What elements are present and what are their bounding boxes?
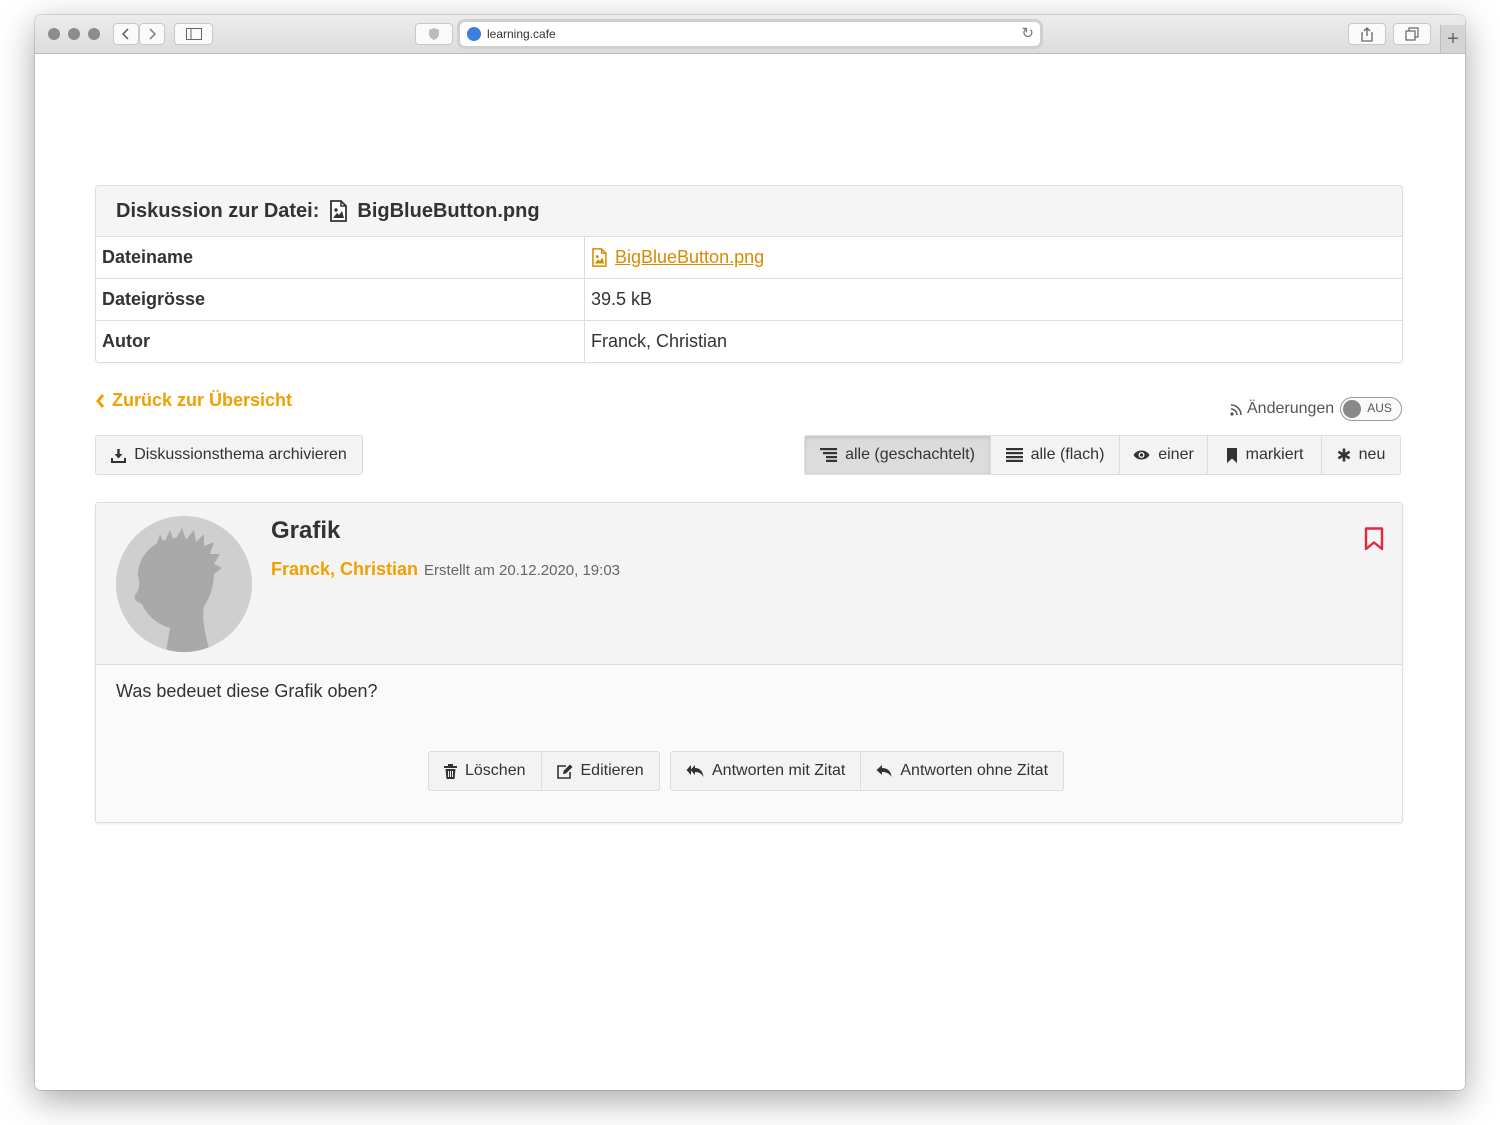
info-row-author: Autor Franck, Christian (96, 321, 1402, 362)
reply-with-quote-label: Antworten mit Zitat (712, 762, 846, 779)
toggle-label: AUS (1367, 401, 1392, 415)
minimize-window-button[interactable] (68, 28, 80, 40)
address-bar[interactable]: learning.cafe ↻ (459, 21, 1041, 47)
delete-label: Löschen (465, 762, 526, 779)
avatar (116, 516, 252, 652)
post-title: Grafik (271, 517, 341, 544)
view-single-button[interactable]: einer (1120, 435, 1208, 475)
url-text: learning.cafe (487, 27, 556, 41)
file-info-panel: Diskussion zur Datei: BigBlueButton.png … (95, 185, 1403, 363)
edit-button[interactable]: Editieren (541, 751, 660, 791)
download-icon (111, 448, 127, 463)
file-link-text: BigBlueButton.png (615, 247, 765, 267)
tabs-icon (1405, 27, 1419, 41)
delete-button[interactable]: Löschen (428, 751, 542, 791)
view-mode-group: alle (geschachtelt) alle (flach) einer m… (804, 435, 1401, 475)
post-edit-actions: Löschen Editieren (428, 751, 660, 791)
view-single-label: einer (1158, 446, 1194, 463)
bookmark-post-button[interactable] (1364, 527, 1384, 556)
back-nav-button[interactable] (113, 23, 139, 45)
post-header: Grafik Franck, Christian Erstellt am 20.… (96, 503, 1402, 665)
archive-label: Diskussionsthema archivieren (134, 446, 347, 463)
info-value: Franck, Christian (591, 331, 728, 351)
post-meta: Franck, Christian Erstellt am 20.12.2020… (271, 559, 620, 580)
toggle-knob (1343, 400, 1362, 418)
indent-list-icon (820, 448, 838, 462)
view-nested-label: alle (geschachtelt) (845, 446, 975, 463)
info-value: BigBlueButton.png (585, 237, 764, 278)
chevron-left-icon (121, 28, 129, 40)
sidebar-icon (185, 28, 202, 40)
chevron-right-icon (149, 28, 157, 40)
info-row-filesize: Dateigrösse 39.5 kB (96, 279, 1402, 321)
view-marked-button[interactable]: markiert (1208, 435, 1322, 475)
bookmark-outline-icon (1364, 527, 1384, 551)
reply-icon (876, 764, 892, 778)
asterisk-icon (1337, 448, 1351, 462)
sidebar-toggle-button[interactable] (174, 23, 213, 45)
info-key: Dateiname (96, 237, 585, 278)
rss-icon (1230, 403, 1242, 416)
post-author-link[interactable]: Franck, Christian (271, 559, 418, 580)
changes-label: Änderungen (1247, 400, 1335, 417)
reply-without-quote-button[interactable]: Antworten ohne Zitat (861, 751, 1065, 791)
share-icon (1361, 26, 1373, 42)
post-body: Was bedeuet diese Grafik oben? (116, 681, 378, 701)
view-new-label: neu (1358, 446, 1386, 463)
edit-icon (556, 764, 573, 779)
reply-all-icon (686, 764, 704, 778)
changes-toggle[interactable]: AUS (1340, 397, 1403, 421)
back-link-label: Zurück zur Übersicht (112, 390, 293, 410)
zoom-window-button[interactable] (88, 28, 100, 40)
share-button[interactable] (1348, 23, 1386, 45)
close-window-button[interactable] (48, 28, 60, 40)
page-content: Diskussion zur Datei: BigBlueButton.png … (35, 54, 1465, 1090)
globe-icon (467, 27, 481, 41)
trash-icon (444, 763, 457, 779)
view-flat-label: alle (flach) (1030, 446, 1105, 463)
panel-title-filename: BigBlueButton.png (357, 199, 540, 222)
image-file-icon (330, 200, 348, 222)
new-tab-button[interactable]: + (1440, 25, 1465, 53)
archive-discussion-button[interactable]: Diskussionsthema archivieren (95, 435, 363, 475)
post-reply-actions: Antworten mit Zitat Antworten ohne Zitat (670, 751, 1065, 791)
chevron-left-icon (96, 393, 105, 408)
list-icon (1005, 448, 1023, 462)
post-date: Erstellt am 20.12.2020, 19:03 (424, 562, 621, 579)
eye-icon (1133, 449, 1150, 461)
view-flat-button[interactable]: alle (flach) (991, 435, 1120, 475)
browser-toolbar: learning.cafe ↻ + (35, 15, 1465, 54)
image-file-icon (592, 248, 607, 267)
bookmark-icon (1226, 447, 1238, 463)
info-key: Autor (96, 321, 585, 362)
panel-title-prefix: Diskussion zur Datei: (116, 199, 320, 222)
panel-header: Diskussion zur Datei: BigBlueButton.png (96, 186, 1402, 237)
changes-subscription: Änderungen AUS (1230, 397, 1403, 421)
privacy-report-button[interactable] (415, 23, 453, 45)
view-nested-button[interactable]: alle (geschachtelt) (804, 435, 991, 475)
view-marked-label: markiert (1245, 446, 1304, 463)
info-key: Dateigrösse (96, 279, 585, 320)
reply-without-quote-label: Antworten ohne Zitat (900, 762, 1049, 779)
back-to-overview-link[interactable]: Zurück zur Übersicht (95, 390, 292, 411)
file-download-link[interactable]: BigBlueButton.png (591, 247, 764, 268)
reload-icon[interactable]: ↻ (1021, 24, 1034, 42)
tab-overview-button[interactable] (1393, 23, 1431, 45)
browser-window: learning.cafe ↻ + Diskussion zur Datei: … (35, 15, 1465, 1090)
reply-with-quote-button[interactable]: Antworten mit Zitat (670, 751, 862, 791)
shield-icon (429, 28, 439, 40)
view-new-button[interactable]: neu (1322, 435, 1401, 475)
info-row-filename: Dateiname BigBlueButton.png (96, 237, 1402, 279)
edit-label: Editieren (580, 762, 644, 779)
forum-post: Grafik Franck, Christian Erstellt am 20.… (95, 502, 1403, 823)
forward-nav-button[interactable] (139, 23, 165, 45)
info-value: 39.5 kB (591, 289, 653, 309)
